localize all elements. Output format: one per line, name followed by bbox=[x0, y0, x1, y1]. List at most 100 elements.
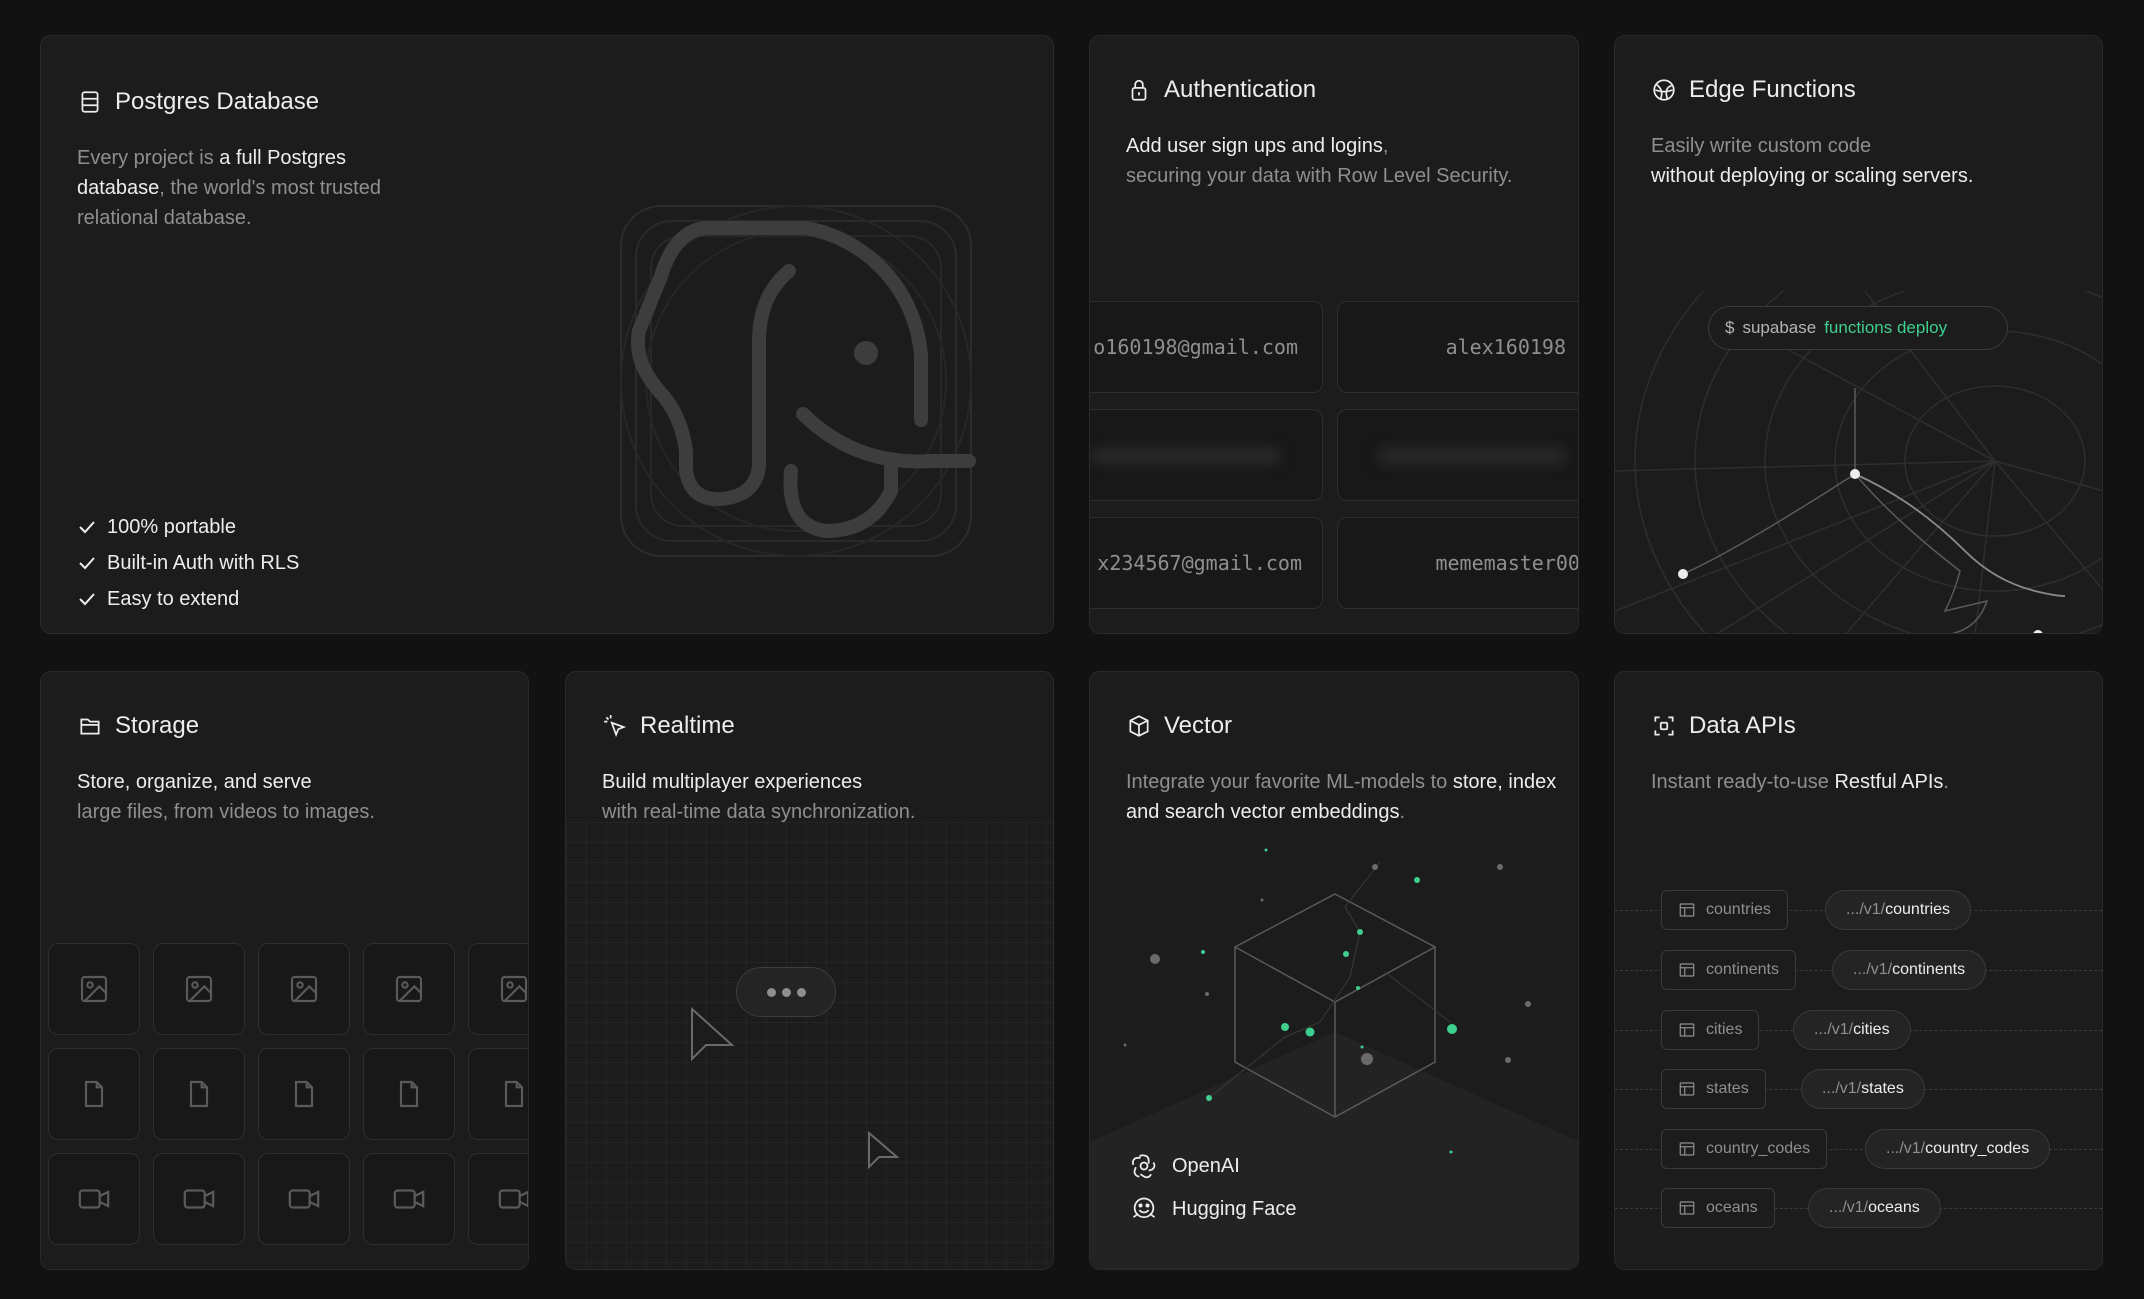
data-apis-card[interactable]: Data APIs Instant ready-to-use Restful A… bbox=[1614, 671, 2103, 1270]
edge-functions-card[interactable]: Edge Functions Easily write custom code w… bbox=[1614, 35, 2103, 634]
image-file-tile[interactable] bbox=[468, 943, 528, 1035]
table-chip[interactable]: continents bbox=[1661, 950, 1796, 990]
postgres-feature-list: 100% portable Built-in Auth with RLS Eas… bbox=[77, 509, 299, 617]
feature-item: Built-in Auth with RLS bbox=[77, 545, 299, 581]
api-row[interactable]: continents .../v1/continents bbox=[1615, 950, 2102, 990]
auth-blurred-cell bbox=[1090, 409, 1323, 501]
database-icon bbox=[81, 91, 99, 113]
file-icon bbox=[504, 1080, 524, 1108]
auth-username-cell: mememaster000 bbox=[1337, 517, 1578, 609]
endpoint-chip[interactable]: .../v1/states bbox=[1801, 1069, 1925, 1109]
endpoint-chip[interactable]: .../v1/country_codes bbox=[1865, 1129, 2051, 1169]
video-icon bbox=[393, 1189, 425, 1209]
globe-icon bbox=[1653, 79, 1675, 101]
edge-command-pill: $ supabase functions deploy bbox=[1708, 306, 2008, 350]
storage-card[interactable]: Storage Store, organize, and serve large … bbox=[40, 671, 529, 1270]
table-icon bbox=[1679, 1201, 1695, 1215]
realtime-card[interactable]: Realtime Build multiplayer experiences wi… bbox=[565, 671, 1054, 1270]
document-file-tile[interactable] bbox=[258, 1048, 350, 1140]
video-file-tile[interactable] bbox=[48, 1153, 140, 1245]
postgres-elephant-logo bbox=[620, 205, 976, 557]
table-icon bbox=[1679, 1023, 1695, 1037]
cursor-pointer-icon bbox=[868, 1130, 900, 1170]
image-file-tile[interactable] bbox=[363, 943, 455, 1035]
endpoint-chip[interactable]: .../v1/cities bbox=[1793, 1010, 1911, 1050]
video-icon bbox=[78, 1189, 110, 1209]
video-icon bbox=[288, 1189, 320, 1209]
folder-icon bbox=[80, 718, 100, 735]
vector-header: Vector bbox=[1126, 712, 1232, 740]
lock-icon bbox=[1131, 79, 1147, 101]
check-icon bbox=[79, 521, 95, 534]
table-chip[interactable]: states bbox=[1661, 1069, 1766, 1109]
auth-email-cell: o160198@gmail.com bbox=[1090, 301, 1323, 393]
image-icon bbox=[395, 975, 423, 1003]
apis-description: Instant ready-to-use Restful APIs. bbox=[1651, 771, 1949, 793]
image-icon bbox=[185, 975, 213, 1003]
image-file-tile[interactable] bbox=[48, 943, 140, 1035]
check-icon bbox=[79, 593, 95, 606]
document-file-tile[interactable] bbox=[468, 1048, 528, 1140]
image-icon bbox=[80, 975, 108, 1003]
vector-title: Vector bbox=[1164, 712, 1233, 739]
openai-icon bbox=[1132, 1154, 1156, 1179]
video-file-tile[interactable] bbox=[258, 1153, 350, 1245]
api-row[interactable]: states .../v1/states bbox=[1615, 1069, 2102, 1109]
video-file-tile[interactable] bbox=[363, 1153, 455, 1245]
video-file-tile[interactable] bbox=[468, 1153, 528, 1245]
auth-blurred-cell bbox=[1337, 409, 1578, 501]
typing-indicator-bubble bbox=[736, 967, 836, 1017]
endpoint-chip[interactable]: .../v1/countries bbox=[1825, 890, 1972, 930]
video-icon bbox=[498, 1189, 528, 1209]
postgres-card[interactable]: Postgres Database Every project is a ful… bbox=[40, 35, 1054, 634]
endpoint-chip[interactable]: .../v1/oceans bbox=[1808, 1188, 1941, 1228]
apis-title: Data APIs bbox=[1689, 712, 1796, 739]
cube-icon bbox=[1129, 715, 1149, 737]
postgres-description: Every project is a full Postgres databas… bbox=[77, 147, 381, 229]
table-icon bbox=[1679, 963, 1695, 977]
video-icon bbox=[183, 1189, 215, 1209]
document-file-tile[interactable] bbox=[153, 1048, 245, 1140]
image-file-tile[interactable] bbox=[153, 943, 245, 1035]
file-icon bbox=[189, 1080, 209, 1108]
table-icon bbox=[1679, 1142, 1695, 1156]
api-row[interactable]: countries .../v1/countries bbox=[1615, 890, 2102, 930]
endpoint-chip[interactable]: .../v1/continents bbox=[1832, 950, 1987, 990]
file-icon bbox=[399, 1080, 419, 1108]
storage-description: Store, organize, and serve large files, f… bbox=[77, 771, 375, 823]
auth-title: Authentication bbox=[1164, 76, 1317, 103]
image-icon bbox=[500, 975, 528, 1003]
cursor-click-icon bbox=[604, 715, 627, 738]
hugging-face-icon bbox=[1132, 1197, 1156, 1219]
vector-card[interactable]: Vector Integrate your favorite ML-models… bbox=[1089, 671, 1579, 1270]
vector-provider-openai: OpenAI bbox=[1130, 1152, 1240, 1180]
api-row[interactable]: oceans .../v1/oceans bbox=[1615, 1188, 2102, 1228]
image-icon bbox=[290, 975, 318, 1003]
table-chip[interactable]: cities bbox=[1661, 1010, 1760, 1050]
table-chip[interactable]: country_codes bbox=[1661, 1129, 1828, 1169]
realtime-header: Realtime bbox=[602, 712, 735, 740]
api-row[interactable]: country_codes .../v1/country_codes bbox=[1615, 1129, 2102, 1169]
video-file-tile[interactable] bbox=[153, 1153, 245, 1245]
auth-email-cell: x234567@gmail.com bbox=[1090, 517, 1323, 609]
auth-card[interactable]: Authentication Add user sign ups and log… bbox=[1089, 35, 1579, 634]
auth-description: Add user sign ups and logins, securing yo… bbox=[1126, 135, 1513, 187]
image-file-tile[interactable] bbox=[258, 943, 350, 1035]
postgres-title: Postgres Database bbox=[115, 88, 320, 115]
api-row[interactable]: cities .../v1/cities bbox=[1615, 1010, 2102, 1050]
document-file-tile[interactable] bbox=[363, 1048, 455, 1140]
realtime-description: Build multiplayer experiences with real-t… bbox=[602, 771, 916, 823]
cursor-pointer-icon bbox=[691, 1006, 735, 1062]
table-chip[interactable]: oceans bbox=[1661, 1188, 1775, 1228]
storage-header: Storage bbox=[77, 712, 199, 740]
feature-item: 100% portable bbox=[77, 509, 299, 545]
document-file-tile[interactable] bbox=[48, 1048, 140, 1140]
apis-header: Data APIs bbox=[1651, 712, 1796, 740]
auth-username-cell: alex160198 bbox=[1337, 301, 1578, 393]
table-chip[interactable]: countries bbox=[1661, 890, 1788, 930]
feature-item: Easy to extend bbox=[77, 581, 299, 617]
edge-description: Easily write custom code without deployin… bbox=[1651, 135, 1974, 187]
auth-header: Authentication bbox=[1126, 76, 1316, 104]
file-icon bbox=[294, 1080, 314, 1108]
api-icon bbox=[1654, 716, 1674, 736]
